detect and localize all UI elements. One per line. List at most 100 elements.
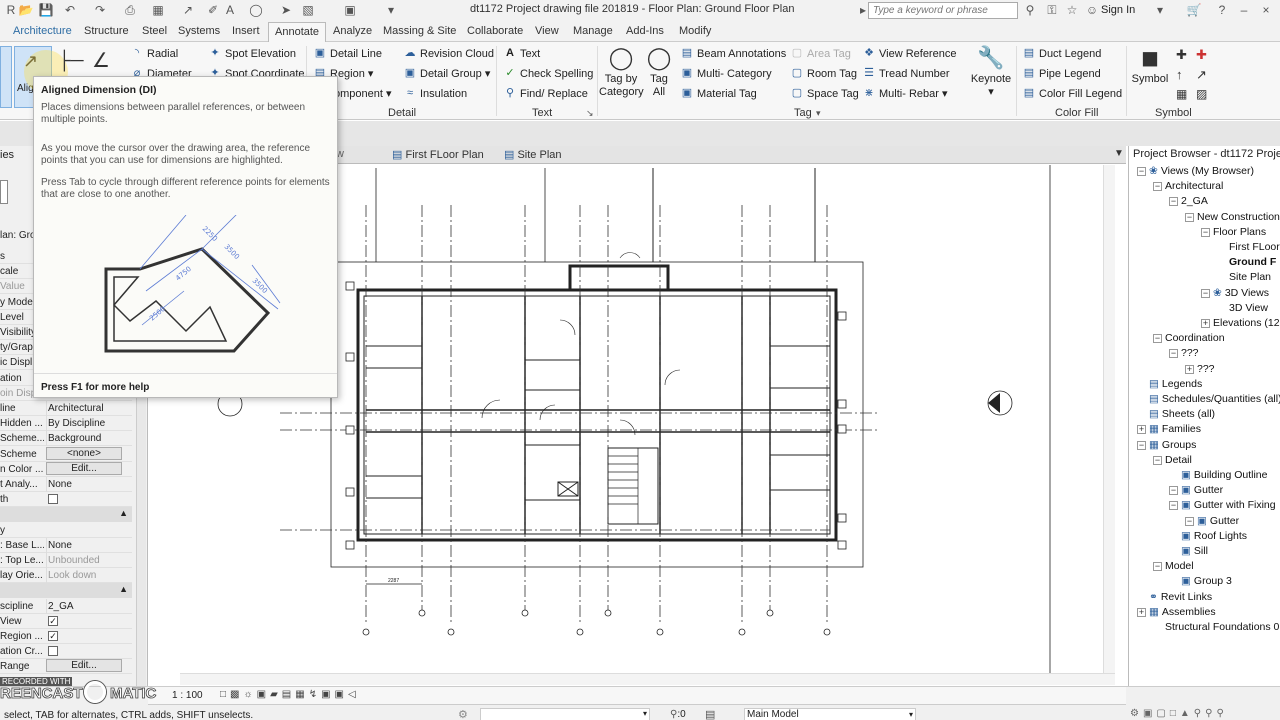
browser-node[interactable]: ▣ Gutter with Fixing bbox=[1181, 498, 1276, 513]
favorites-icon[interactable]: ☆ bbox=[1064, 3, 1080, 18]
property-value[interactable]: Look down bbox=[46, 568, 132, 584]
property-section-header[interactable]: ▲ bbox=[0, 507, 132, 523]
tag-panel-dropdown-icon[interactable]: ▾ bbox=[816, 108, 821, 119]
browser-node[interactable]: ▣ Roof Lights bbox=[1181, 529, 1247, 544]
tab-systems[interactable]: Systems bbox=[178, 25, 220, 37]
angular-dimension-icon[interactable]: ∠ bbox=[92, 48, 110, 73]
tree-expander-icon[interactable]: − bbox=[1185, 516, 1194, 526]
tree-expander-icon[interactable]: − bbox=[1169, 501, 1178, 511]
browser-node[interactable]: New Construction bbox=[1197, 210, 1280, 225]
area-tag-button[interactable]: ▢ Area Tag bbox=[790, 47, 851, 62]
browser-node[interactable]: ▣ Building Outline bbox=[1181, 468, 1267, 483]
tree-expander-icon[interactable]: + bbox=[1185, 364, 1194, 374]
view-control-icons[interactable]: □▩☼▣▰▤▦↯▣▣◁ bbox=[220, 689, 360, 700]
browser-node[interactable]: Coordination bbox=[1165, 331, 1225, 346]
revision-cloud-button[interactable]: ☁ Revision Cloud bbox=[403, 47, 494, 62]
tree-expander-icon[interactable]: − bbox=[1153, 182, 1162, 192]
selection-filter-icons[interactable]: ⚙▣▢□▲⚲⚲⚲ bbox=[1130, 708, 1228, 719]
help-icon[interactable]: ? bbox=[1214, 3, 1230, 18]
modify-button[interactable] bbox=[0, 46, 12, 108]
browser-node[interactable]: ❀ 3D Views bbox=[1213, 286, 1269, 301]
close-window-icon[interactable]: × bbox=[1258, 3, 1274, 18]
dimension-icon[interactable]: ↗ bbox=[180, 3, 196, 18]
tree-expander-icon[interactable]: − bbox=[1153, 455, 1162, 465]
browser-node[interactable]: Model bbox=[1165, 559, 1194, 574]
property-value[interactable]: Background bbox=[46, 431, 132, 447]
switch-windows-icon[interactable]: ▣ bbox=[342, 3, 358, 18]
browser-node[interactable]: Detail bbox=[1165, 453, 1192, 468]
cart-icon[interactable]: 🛒 bbox=[1186, 3, 1202, 18]
tree-expander-icon[interactable]: + bbox=[1201, 319, 1210, 328]
space-tag-button[interactable]: ▢ Space Tag bbox=[790, 87, 859, 102]
browser-node[interactable]: ??? bbox=[1181, 346, 1199, 361]
browser-node[interactable]: ▦ Groups bbox=[1149, 438, 1196, 453]
text-button[interactable]: A Text bbox=[503, 47, 540, 62]
open-icon[interactable]: 📂 bbox=[18, 3, 34, 18]
tree-expander-icon[interactable]: − bbox=[1169, 197, 1178, 207]
browser-node[interactable]: ▤ Legends bbox=[1149, 377, 1202, 392]
keynote-button[interactable]: 🔧 Keynote ▾ bbox=[968, 46, 1014, 99]
beam-symbol-icon[interactable]: ✚ bbox=[1196, 47, 1207, 63]
tab-structure[interactable]: Structure bbox=[84, 25, 129, 37]
browser-node[interactable]: 2_GA bbox=[1181, 194, 1208, 209]
property-edit-button[interactable]: <none> bbox=[46, 446, 122, 460]
design-options-icon[interactable]: ▤ bbox=[705, 708, 715, 720]
tab-steel[interactable]: Steel bbox=[142, 25, 167, 37]
linear-dimension-icon[interactable]: ├─ bbox=[58, 50, 84, 71]
tree-expander-icon[interactable]: − bbox=[1137, 167, 1146, 176]
browser-node[interactable]: First FLoor bbox=[1229, 240, 1280, 255]
browser-node[interactable]: ❀ Views (My Browser) bbox=[1149, 164, 1254, 179]
sign-in-link[interactable]: Sign In bbox=[1101, 4, 1135, 16]
subscription-icon[interactable]: ⚿ bbox=[1044, 3, 1060, 18]
property-checkbox[interactable]: ✓ bbox=[48, 615, 58, 626]
stair-path-icon[interactable]: ↑ bbox=[1176, 67, 1183, 82]
browser-node[interactable]: ▣ Group 3 bbox=[1181, 574, 1232, 589]
section-icon[interactable]: ➤ bbox=[278, 3, 294, 18]
color-fill-legend-button[interactable]: ▤ Color Fill Legend bbox=[1022, 87, 1122, 102]
radial-button[interactable]: ◝ Radial bbox=[130, 47, 178, 62]
browser-node[interactable]: ▣ Gutter bbox=[1181, 483, 1223, 498]
property-value[interactable]: None bbox=[46, 537, 132, 553]
tree-expander-icon[interactable]: − bbox=[1169, 486, 1178, 496]
text-dialog-launcher-icon[interactable]: ↘ bbox=[586, 108, 594, 119]
browser-node[interactable]: Architectural bbox=[1165, 179, 1223, 194]
property-section-header[interactable]: ▲ bbox=[0, 583, 132, 599]
tab-collaborate[interactable]: Collaborate bbox=[467, 25, 523, 37]
browser-node[interactable]: Site Plan bbox=[1229, 270, 1271, 285]
multi-category-button[interactable]: ▣ Multi- Category bbox=[680, 67, 772, 82]
property-checkbox[interactable] bbox=[48, 494, 58, 505]
redo-icon[interactable]: ↷ bbox=[92, 3, 108, 18]
tree-expander-icon[interactable]: − bbox=[1185, 212, 1194, 222]
path-reinforcement-icon[interactable]: ▦ bbox=[1176, 87, 1187, 101]
browser-node[interactable]: ▤ Schedules/Quantities (all) bbox=[1149, 392, 1280, 407]
tree-expander-icon[interactable]: + bbox=[1137, 607, 1146, 617]
dropdown-icon[interactable]: ▾ bbox=[1152, 3, 1168, 18]
room-tag-button[interactable]: ▢ Room Tag bbox=[790, 67, 857, 82]
browser-node[interactable]: Floor Plans bbox=[1213, 225, 1266, 240]
multi-rebar-button[interactable]: ⋇ Multi- Rebar ▾ bbox=[862, 87, 947, 102]
qat-dropdown-icon[interactable]: ▾ bbox=[383, 3, 399, 18]
property-value[interactable]: 2_GA bbox=[46, 598, 132, 614]
tree-expander-icon[interactable]: − bbox=[1153, 562, 1162, 572]
detail-line-button[interactable]: ▣ Detail Line bbox=[313, 47, 382, 62]
tree-expander-icon[interactable]: − bbox=[1153, 334, 1162, 344]
workset-dropdown[interactable]: ▾ bbox=[480, 708, 650, 720]
property-value[interactable]: None bbox=[46, 477, 132, 492]
view-tabs-menu-icon[interactable]: ▼ bbox=[1114, 148, 1124, 163]
browser-node[interactable]: ▦ Assemblies bbox=[1149, 605, 1216, 620]
search-icon[interactable]: ⚲ bbox=[1022, 3, 1038, 18]
3d-view-icon[interactable]: ◯ bbox=[248, 3, 264, 18]
fabric-reinforcement-icon[interactable]: ▨ bbox=[1196, 87, 1207, 101]
material-tag-button[interactable]: ▣ Material Tag bbox=[680, 87, 757, 102]
thin-lines-icon[interactable]: ▧ bbox=[300, 3, 316, 18]
user-icon[interactable]: ☺ bbox=[1084, 3, 1100, 18]
tree-expander-icon[interactable]: − bbox=[1201, 227, 1210, 237]
tag-all-button[interactable]: ◯ Tag All bbox=[645, 46, 673, 99]
design-option-dropdown[interactable]: Main Model ▾ bbox=[744, 708, 916, 720]
view-tab-first-floor[interactable]: ▤ First FLoor Plan bbox=[392, 148, 484, 163]
duct-legend-button[interactable]: ▤ Duct Legend bbox=[1022, 47, 1102, 62]
pipe-legend-button[interactable]: ▤ Pipe Legend bbox=[1022, 67, 1101, 82]
tread-number-button[interactable]: ☰ Tread Number bbox=[862, 67, 949, 82]
tab-massing-site[interactable]: Massing & Site bbox=[383, 25, 456, 37]
browser-node[interactable]: ??? bbox=[1197, 362, 1215, 377]
